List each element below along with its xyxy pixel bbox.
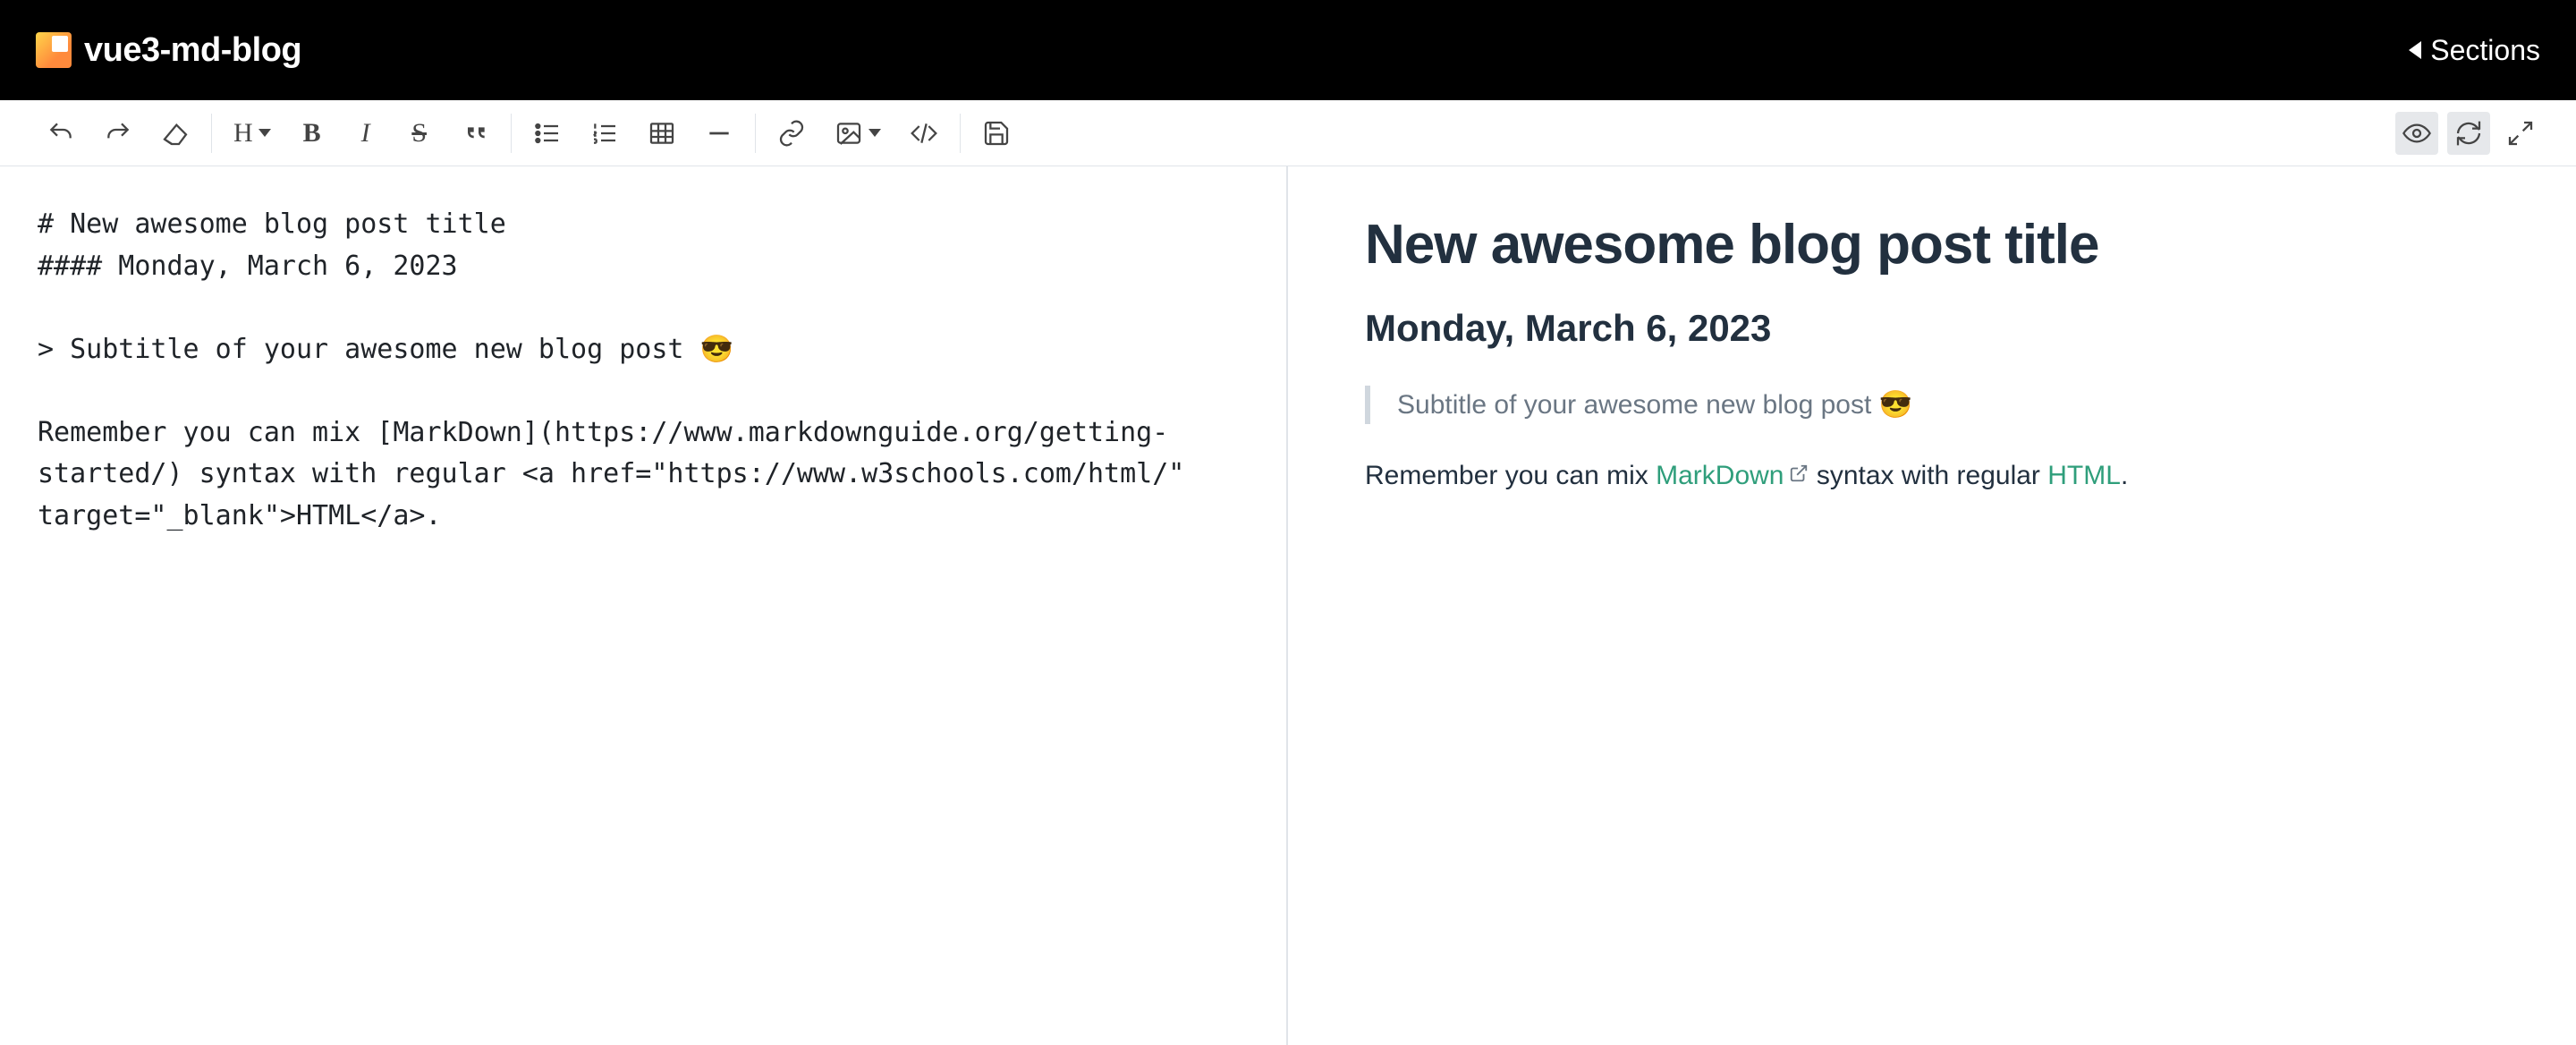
heading-button[interactable]: H (230, 117, 275, 149)
save-button[interactable] (979, 117, 1014, 149)
blockquote-button[interactable] (457, 117, 493, 149)
preview-text: Remember you can mix (1365, 461, 1656, 490)
unordered-list-button[interactable] (530, 117, 565, 149)
preview-paragraph: Remember you can mix MarkDown syntax wit… (1365, 455, 2499, 497)
chevron-down-icon (258, 129, 271, 137)
strikethrough-button[interactable]: S (403, 117, 436, 149)
preview-text: . (2121, 461, 2128, 490)
redo-button[interactable] (100, 117, 136, 149)
editor-toolbar: H B I S (0, 100, 2576, 166)
app-title: vue3-md-blog (84, 31, 301, 70)
minus-icon (705, 119, 733, 148)
image-button[interactable] (831, 117, 885, 149)
app-header: vue3-md-blog Sections (0, 0, 2576, 100)
preview-toggle-button[interactable] (2395, 112, 2438, 155)
list-ul-icon (533, 119, 562, 148)
bold-button[interactable]: B (296, 117, 328, 149)
ordered-list-button[interactable] (587, 117, 623, 149)
code-button[interactable] (906, 117, 942, 149)
eraser-icon (161, 119, 190, 148)
markdown-link[interactable]: MarkDown (1656, 461, 1809, 490)
eye-icon (2402, 119, 2431, 148)
preview-subtitle: Subtitle of your awesome new blog post 😎 (1365, 386, 2499, 424)
chevron-down-icon (869, 129, 881, 137)
code-icon (910, 119, 938, 148)
table-button[interactable] (644, 117, 680, 149)
undo-button[interactable] (43, 117, 79, 149)
redo-icon (104, 119, 132, 148)
markdown-preview: New awesome blog post title Monday, Marc… (1288, 166, 2576, 1045)
header-left: vue3-md-blog (36, 31, 301, 70)
preview-date: Monday, March 6, 2023 (1365, 307, 2499, 350)
preview-text: syntax with regular (1809, 461, 2047, 490)
preview-title: New awesome blog post title (1365, 213, 2499, 276)
markdown-editor[interactable]: # New awesome blog post title #### Monda… (0, 166, 1288, 1045)
italic-button[interactable]: I (350, 117, 382, 149)
app-logo-icon (36, 32, 72, 68)
image-icon (835, 119, 863, 148)
sync-scroll-button[interactable] (2447, 112, 2490, 155)
clear-format-button[interactable] (157, 117, 193, 149)
sync-icon (2454, 119, 2483, 148)
fullscreen-button[interactable] (2499, 112, 2542, 155)
list-ol-icon (590, 119, 619, 148)
table-icon (648, 119, 676, 148)
save-icon (982, 119, 1011, 148)
expand-icon (2506, 119, 2535, 148)
external-link-icon (1789, 455, 1809, 497)
sections-label: Sections (2430, 34, 2540, 67)
html-link[interactable]: HTML (2047, 461, 2121, 490)
sections-link[interactable]: Sections (2409, 34, 2540, 67)
horizontal-rule-button[interactable] (701, 117, 737, 149)
link-icon (777, 119, 806, 148)
heading-label: H (233, 118, 253, 149)
quote-icon (461, 119, 489, 148)
split-view: # New awesome blog post title #### Monda… (0, 166, 2576, 1045)
arrow-left-icon (2409, 41, 2421, 59)
link-text: MarkDown (1656, 461, 1784, 490)
link-button[interactable] (774, 117, 809, 149)
undo-icon (47, 119, 75, 148)
